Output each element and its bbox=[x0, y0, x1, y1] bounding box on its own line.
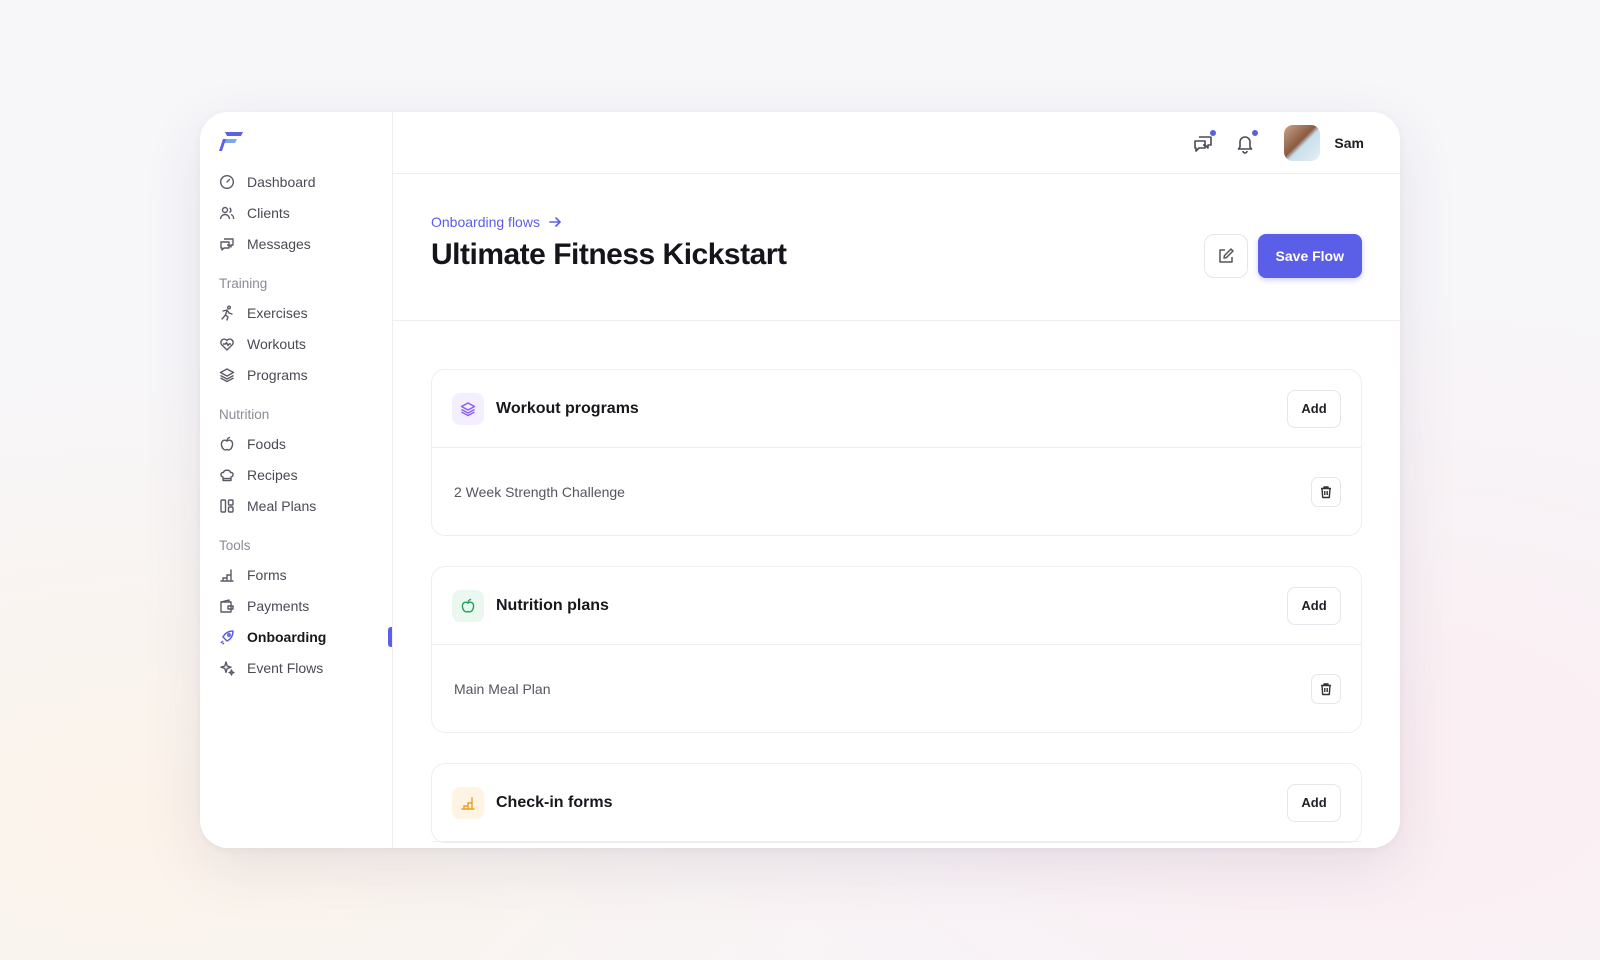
add-button[interactable]: Add bbox=[1287, 586, 1341, 625]
messages-badge bbox=[1209, 128, 1218, 137]
apple-icon bbox=[452, 589, 484, 622]
app-window: Dashboard Clients Messages Training Exercise… bbox=[200, 112, 1400, 848]
list-item: Main Meal Plan bbox=[432, 645, 1361, 732]
sidebar-item-label: Event Flows bbox=[247, 659, 324, 676]
sidebar: Dashboard Clients Messages Training Exercise… bbox=[200, 112, 393, 848]
pencil-icon bbox=[1218, 248, 1234, 263]
list-item-label: 2 Week Strength Challenge bbox=[454, 483, 625, 500]
page-header: Onboarding flows Ultimate Fitness Kickst… bbox=[393, 174, 1400, 321]
list-item: 2 Week Strength Challenge bbox=[432, 448, 1361, 535]
sidebar-item-label: Messages bbox=[247, 235, 311, 252]
layers-icon bbox=[452, 392, 484, 425]
sidebar-item-workouts[interactable]: Workouts bbox=[219, 328, 392, 359]
card-title: Nutrition plans bbox=[496, 596, 609, 614]
trash-icon bbox=[1319, 485, 1333, 499]
flow-section-card: Workout programs Add 2 Week Strength Chall… bbox=[431, 369, 1362, 536]
sparkles-icon bbox=[219, 660, 235, 676]
app-logo[interactable] bbox=[219, 130, 245, 152]
sidebar-item-label: Foods bbox=[247, 435, 286, 452]
sidebar-item-label: Onboarding bbox=[247, 628, 327, 645]
grid-icon bbox=[219, 498, 235, 514]
chart-icon bbox=[452, 786, 484, 819]
messages-icon[interactable] bbox=[1192, 128, 1218, 154]
main-panel: Sam Onboarding flows Ultimate Fitness Ki… bbox=[393, 112, 1400, 848]
flow-sections: Workout programs Add 2 Week Strength Chall… bbox=[393, 321, 1400, 843]
card-header: Check-in forms Add bbox=[432, 764, 1361, 842]
breadcrumb-link[interactable]: Onboarding flows bbox=[431, 214, 540, 230]
trash-icon bbox=[1319, 682, 1333, 696]
sidebar-item-payments[interactable]: Payments bbox=[219, 590, 392, 621]
sidebar-item-forms[interactable]: Forms bbox=[219, 559, 392, 590]
sidebar-item-label: Recipes bbox=[247, 466, 298, 483]
chef-hat-icon bbox=[219, 467, 235, 483]
breadcrumb[interactable]: Onboarding flows bbox=[431, 214, 1362, 230]
layers-icon bbox=[219, 367, 235, 383]
chat-icon bbox=[219, 236, 235, 252]
sidebar-item-label: Payments bbox=[247, 597, 310, 614]
sidebar-item-dashboard[interactable]: Dashboard bbox=[219, 166, 392, 197]
sidebar-item-label: Meal Plans bbox=[247, 497, 317, 514]
avatar[interactable] bbox=[1284, 124, 1321, 161]
apple-icon bbox=[219, 436, 235, 452]
top-bar: Sam bbox=[393, 112, 1400, 174]
sidebar-section-title: Tools bbox=[219, 537, 251, 553]
flow-section-card: Nutrition plans Add Main Meal Plan bbox=[431, 566, 1362, 733]
card-header: Nutrition plans Add bbox=[432, 567, 1361, 645]
wallet-icon bbox=[219, 598, 235, 614]
sidebar-nav: Dashboard Clients Messages Training Exercise… bbox=[219, 166, 392, 683]
heart-pulse-icon bbox=[219, 336, 235, 352]
add-button[interactable]: Add bbox=[1287, 389, 1341, 428]
sidebar-item-recipes[interactable]: Recipes bbox=[219, 459, 392, 490]
add-button[interactable]: Add bbox=[1287, 783, 1341, 822]
delete-button[interactable] bbox=[1311, 673, 1341, 704]
active-indicator bbox=[388, 626, 392, 647]
runner-icon bbox=[219, 305, 235, 321]
sidebar-section-title: Training bbox=[219, 275, 268, 291]
rocket-icon bbox=[219, 629, 235, 645]
sidebar-item-label: Clients bbox=[247, 204, 290, 221]
header-actions: Save Flow bbox=[1203, 234, 1362, 278]
sidebar-item-foods[interactable]: Foods bbox=[219, 428, 392, 459]
notifications-badge bbox=[1251, 128, 1260, 137]
bell-icon[interactable] bbox=[1234, 128, 1260, 154]
sidebar-item-exercises[interactable]: Exercises bbox=[219, 297, 392, 328]
sidebar-item-label: Workouts bbox=[247, 335, 306, 352]
sidebar-item-messages[interactable]: Messages bbox=[219, 228, 392, 259]
edit-button[interactable] bbox=[1203, 234, 1248, 278]
flow-section-card: Check-in forms Add bbox=[431, 763, 1362, 843]
sidebar-item-label: Forms bbox=[247, 566, 287, 583]
sidebar-section-title: Nutrition bbox=[219, 406, 270, 422]
card-title: Check-in forms bbox=[496, 793, 613, 811]
list-item-label: Main Meal Plan bbox=[454, 680, 551, 697]
sidebar-item-label: Programs bbox=[247, 366, 308, 383]
sidebar-item-event-flows[interactable]: Event Flows bbox=[219, 652, 392, 683]
sidebar-item-clients[interactable]: Clients bbox=[219, 197, 392, 228]
sidebar-item-label: Exercises bbox=[247, 304, 308, 321]
sidebar-item-onboarding[interactable]: Onboarding bbox=[219, 621, 392, 652]
chart-icon bbox=[219, 567, 235, 583]
sidebar-item-label: Dashboard bbox=[247, 173, 316, 190]
sidebar-item-meal-plans[interactable]: Meal Plans bbox=[219, 490, 392, 521]
users-icon bbox=[219, 205, 235, 221]
save-flow-button[interactable]: Save Flow bbox=[1257, 234, 1362, 278]
sidebar-item-programs[interactable]: Programs bbox=[219, 359, 392, 390]
card-header: Workout programs Add bbox=[432, 370, 1361, 448]
card-title: Workout programs bbox=[496, 399, 639, 417]
arrow-right-icon bbox=[549, 217, 562, 227]
user-name[interactable]: Sam bbox=[1334, 135, 1364, 151]
gauge-icon bbox=[219, 174, 235, 190]
delete-button[interactable] bbox=[1311, 476, 1341, 507]
